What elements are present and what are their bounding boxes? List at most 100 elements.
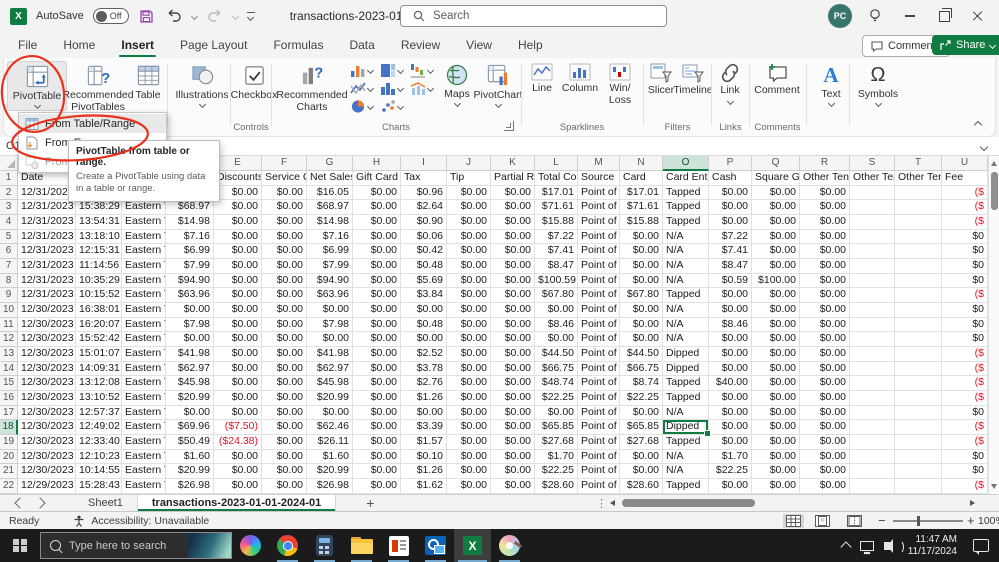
cell-R3[interactable]: $0.00 <box>800 200 850 216</box>
row-header-6[interactable]: 6 <box>0 244 18 260</box>
cell-Q2[interactable]: $0.00 <box>752 185 800 201</box>
cell-D9[interactable]: $63.96 <box>166 288 214 304</box>
cell-J8[interactable]: $0.00 <box>447 273 491 289</box>
cell-B22[interactable]: 15:28:43 <box>76 479 122 494</box>
cell-H2[interactable]: $0.00 <box>353 185 401 201</box>
cell-C14[interactable]: Eastern Ti <box>122 361 166 377</box>
cell-D12[interactable]: $0.00 <box>166 332 214 348</box>
cell-R17[interactable]: $0.00 <box>800 405 850 421</box>
cell-M17[interactable]: Point of Sa <box>578 405 620 421</box>
cell-T11[interactable] <box>895 317 942 333</box>
cell-R19[interactable]: $0.00 <box>800 435 850 450</box>
cell-N16[interactable]: $22.25 <box>620 391 663 406</box>
cell-O12[interactable]: N/A <box>663 332 709 348</box>
tab-help[interactable]: Help <box>516 34 545 56</box>
cell-G20[interactable]: $1.60 <box>307 449 353 465</box>
cell-G18[interactable]: $62.46 <box>307 420 353 436</box>
row-header-4[interactable]: 4 <box>0 215 18 230</box>
row-header-22[interactable]: 22 <box>0 479 18 494</box>
cell-R12[interactable]: $0.00 <box>800 332 850 348</box>
cell-N7[interactable]: $0.00 <box>620 259 663 274</box>
cell-E7[interactable]: $0.00 <box>214 259 262 274</box>
charts-dialog-launcher-icon[interactable] <box>504 121 514 131</box>
cell-F20[interactable]: $0.00 <box>262 449 307 465</box>
cell-G5[interactable]: $7.16 <box>307 229 353 245</box>
cell-H9[interactable]: $0.00 <box>353 288 401 304</box>
insert-column-chart-button[interactable] <box>350 63 375 78</box>
row-header-5[interactable]: 5 <box>0 229 18 245</box>
cell-D16[interactable]: $20.99 <box>166 391 214 406</box>
taskbar-search-box[interactable]: Type here to search <box>40 532 232 559</box>
cell-E14[interactable]: $0.00 <box>214 361 262 377</box>
cell-Q6[interactable]: $0.00 <box>752 244 800 260</box>
cell-T3[interactable] <box>895 200 942 216</box>
cell-E1[interactable]: Discounts <box>214 171 262 186</box>
cell-M12[interactable]: Point of Sa <box>578 332 620 348</box>
cell-A6[interactable]: 12/31/2023 <box>18 244 76 260</box>
cell-H7[interactable]: $0.00 <box>353 259 401 274</box>
cell-G10[interactable]: $0.00 <box>307 303 353 318</box>
vertical-scroll-thumb[interactable] <box>991 172 998 210</box>
insert-scatter-chart-button[interactable] <box>380 99 405 114</box>
cell-A12[interactable]: 12/30/2023 <box>18 332 76 348</box>
cell-F5[interactable]: $0.00 <box>262 229 307 245</box>
cell-I3[interactable]: $2.64 <box>401 200 447 216</box>
cell-R18[interactable]: $0.00 <box>800 420 850 436</box>
cell-J1[interactable]: Tip <box>447 171 491 186</box>
cell-A5[interactable]: 12/31/2023 <box>18 229 76 245</box>
cell-D20[interactable]: $1.60 <box>166 449 214 465</box>
cell-B18[interactable]: 12:49:02 <box>76 420 122 436</box>
taskbar-app-excel[interactable]: X <box>454 529 491 562</box>
status-accessibility[interactable]: Accessibility: Unavailable <box>91 515 209 527</box>
cell-H19[interactable]: $0.00 <box>353 435 401 450</box>
zoom-level[interactable]: 100% <box>978 515 999 527</box>
cell-A13[interactable]: 12/30/2023 <box>18 347 76 362</box>
insert-waterfall-chart-button[interactable] <box>410 63 435 78</box>
cell-H3[interactable]: $0.00 <box>353 200 401 216</box>
cell-K12[interactable]: $0.00 <box>491 332 535 348</box>
cell-P7[interactable]: $8.47 <box>709 259 752 274</box>
recommended-charts-button[interactable]: ? Recommended Charts <box>276 61 348 115</box>
taskbar-clock[interactable]: 11:47 AM 11/17/2024 <box>908 534 957 557</box>
cell-G11[interactable]: $7.98 <box>307 317 353 333</box>
text-button[interactable]: A Text <box>811 61 851 108</box>
cell-L10[interactable]: $0.00 <box>535 303 578 318</box>
cell-O1[interactable]: Card Entry <box>663 171 709 186</box>
cell-R1[interactable]: Other Ten <box>800 171 850 186</box>
cell-F16[interactable]: $0.00 <box>262 391 307 406</box>
search-box[interactable]: Search <box>400 5 667 27</box>
row-header-1[interactable]: 1 <box>0 171 18 186</box>
symbols-button[interactable]: Ω Symbols <box>852 61 904 108</box>
cell-E18[interactable]: ($7.50) <box>214 420 262 436</box>
cell-O14[interactable]: Dipped <box>663 361 709 377</box>
cell-I1[interactable]: Tax <box>401 171 447 186</box>
cell-E11[interactable]: $0.00 <box>214 317 262 333</box>
cell-K2[interactable]: $0.00 <box>491 185 535 201</box>
row-header-11[interactable]: 11 <box>0 317 18 333</box>
cell-U7[interactable]: $0 <box>942 259 988 274</box>
cell-I4[interactable]: $0.90 <box>401 215 447 230</box>
cell-N1[interactable]: Card <box>620 171 663 186</box>
cell-I19[interactable]: $1.57 <box>401 435 447 450</box>
cell-J19[interactable]: $0.00 <box>447 435 491 450</box>
cell-C6[interactable]: Eastern Ti <box>122 244 166 260</box>
cell-D11[interactable]: $7.98 <box>166 317 214 333</box>
cell-R14[interactable]: $0.00 <box>800 361 850 377</box>
cell-L20[interactable]: $1.70 <box>535 449 578 465</box>
cell-A18[interactable]: 12/30/2023 <box>18 420 76 436</box>
cell-J14[interactable]: $0.00 <box>447 361 491 377</box>
cell-U13[interactable]: ($ <box>942 347 988 362</box>
cell-M13[interactable]: Point of Sa <box>578 347 620 362</box>
insert-hierarchy-chart-button[interactable] <box>380 63 405 78</box>
cell-S5[interactable] <box>850 229 895 245</box>
cell-B6[interactable]: 12:15:31 <box>76 244 122 260</box>
cell-R7[interactable]: $0.00 <box>800 259 850 274</box>
cell-R20[interactable]: $0.00 <box>800 449 850 465</box>
cell-A4[interactable]: 12/31/2023 <box>18 215 76 230</box>
cell-Q1[interactable]: Square Gi <box>752 171 800 186</box>
cell-A22[interactable]: 12/29/2023 <box>18 479 76 494</box>
cell-M1[interactable]: Source <box>578 171 620 186</box>
scroll-up-icon[interactable] <box>991 161 997 166</box>
cell-G2[interactable]: $16.05 <box>307 185 353 201</box>
cell-Q22[interactable]: $0.00 <box>752 479 800 494</box>
